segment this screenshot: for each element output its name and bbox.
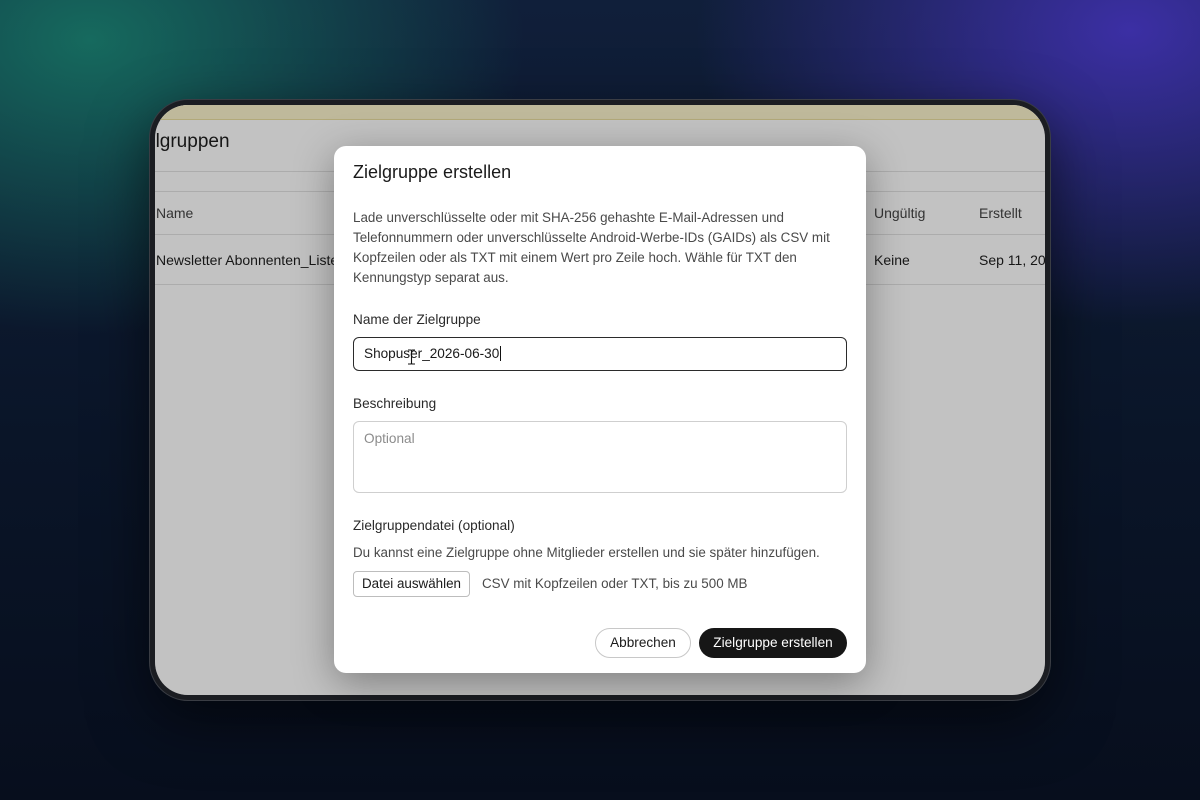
audience-name-input[interactable]: Shopuser_2026-06-30: [353, 337, 847, 371]
create-audience-dialog: Zielgruppe erstellen Lade unverschlüssel…: [334, 146, 866, 673]
text-caret: [500, 346, 502, 361]
cancel-button[interactable]: Abbrechen: [595, 628, 691, 658]
dialog-description: Lade unverschlüsselte oder mit SHA-256 g…: [353, 210, 830, 285]
text-cursor-icon: [408, 349, 415, 365]
audience-name-label: Name der Zielgruppe: [353, 312, 481, 327]
create-audience-button[interactable]: Zielgruppe erstellen: [699, 628, 847, 658]
audience-file-label: Zielgruppendatei (optional): [353, 518, 515, 533]
audience-name-value: Shopuser_2026-06-30: [364, 346, 502, 361]
file-format-hint: CSV mit Kopfzeilen oder TXT, bis zu 500 …: [482, 576, 748, 591]
audience-file-hint: Du kannst eine Zielgruppe ohne Mitgliede…: [353, 545, 820, 560]
dialog-title: Zielgruppe erstellen: [353, 162, 512, 182]
description-placeholder: Optional: [364, 431, 415, 446]
choose-file-button[interactable]: Datei auswählen: [353, 571, 470, 597]
description-label: Beschreibung: [353, 396, 437, 411]
description-textarea[interactable]: Optional: [353, 421, 847, 493]
